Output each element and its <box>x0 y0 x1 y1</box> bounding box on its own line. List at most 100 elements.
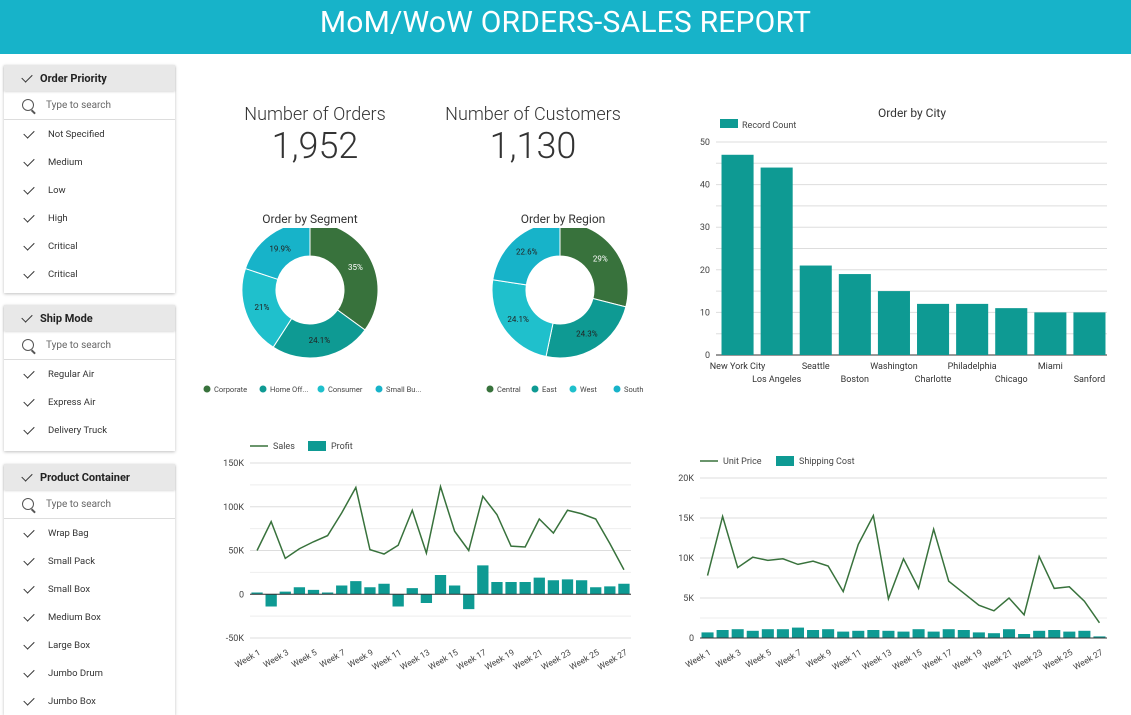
bar[interactable] <box>882 630 895 638</box>
bar[interactable] <box>350 581 362 595</box>
line-series[interactable] <box>706 513 1101 624</box>
bar[interactable] <box>838 274 871 355</box>
bar[interactable] <box>716 630 729 638</box>
filter-option[interactable]: Critical <box>4 260 175 288</box>
checkbox-checked-icon[interactable] <box>23 154 35 167</box>
bar[interactable] <box>434 575 447 595</box>
bar[interactable] <box>761 629 774 638</box>
bar[interactable] <box>912 629 925 638</box>
bar[interactable] <box>533 577 545 595</box>
bar[interactable] <box>1033 630 1046 638</box>
donut-slice[interactable] <box>545 297 627 359</box>
bar[interactable] <box>957 630 970 638</box>
filter-option[interactable]: Express Air <box>4 388 175 416</box>
bar[interactable] <box>1002 629 1016 638</box>
filter-option[interactable]: Not Specified <box>4 120 175 148</box>
filter-option[interactable]: Critical <box>4 232 175 260</box>
bar[interactable] <box>807 630 820 638</box>
bar[interactable] <box>547 580 560 595</box>
checkbox-checked-icon[interactable] <box>23 182 35 195</box>
checkbox-checked-icon[interactable] <box>23 609 35 622</box>
filter-option[interactable]: Low <box>4 176 175 204</box>
filter-option[interactable]: Small Box <box>4 575 175 603</box>
search-input[interactable]: Type to search <box>4 331 175 360</box>
bar[interactable] <box>336 585 348 595</box>
bar[interactable] <box>392 594 404 607</box>
bar[interactable] <box>1048 630 1061 638</box>
bar[interactable] <box>927 631 940 638</box>
bar[interactable] <box>307 589 320 595</box>
bar[interactable] <box>837 631 850 638</box>
bar[interactable] <box>420 594 433 603</box>
bar[interactable] <box>917 303 950 355</box>
filter-option[interactable]: Jumbo Box <box>4 687 175 715</box>
checkbox-checked-icon[interactable] <box>23 366 35 379</box>
checkbox-checked-icon[interactable] <box>23 525 35 538</box>
filter-product-container-header[interactable]: Product Container <box>4 464 175 490</box>
bar[interactable] <box>618 583 630 595</box>
bar[interactable] <box>721 154 754 355</box>
bar[interactable] <box>1034 312 1067 355</box>
bar[interactable] <box>477 565 489 595</box>
filter-ship-mode-header[interactable]: Ship Mode <box>4 305 175 331</box>
bar[interactable] <box>760 167 793 355</box>
checkbox-checked-icon[interactable] <box>23 210 35 223</box>
donut-slice[interactable] <box>492 228 561 286</box>
checkbox-checked-icon[interactable] <box>23 581 35 594</box>
bar[interactable] <box>364 587 376 595</box>
filter-option[interactable]: High <box>4 204 175 232</box>
checkbox-checked-icon[interactable] <box>23 126 35 139</box>
bar[interactable] <box>575 580 588 595</box>
bar[interactable] <box>877 291 910 355</box>
bar[interactable] <box>987 633 1000 638</box>
bar[interactable] <box>1063 631 1076 638</box>
bar[interactable] <box>956 303 989 355</box>
bar[interactable] <box>590 587 602 595</box>
checkbox-checked-icon[interactable] <box>23 394 35 407</box>
bar[interactable] <box>791 627 805 638</box>
bar[interactable] <box>1018 634 1031 638</box>
checkbox-checked-icon[interactable] <box>23 637 35 650</box>
checkbox-checked-icon[interactable] <box>23 266 35 279</box>
checkbox-checked-icon[interactable] <box>23 665 35 678</box>
bar[interactable] <box>942 629 955 638</box>
bar[interactable] <box>995 308 1028 355</box>
bar[interactable] <box>1078 630 1091 638</box>
bar[interactable] <box>701 632 714 638</box>
bar[interactable] <box>265 594 277 607</box>
filter-option[interactable]: Regular Air <box>4 360 175 388</box>
bar[interactable] <box>746 630 759 638</box>
filter-option[interactable]: Jumbo Drum <box>4 659 175 687</box>
filter-option[interactable]: Wrap Bag <box>4 519 175 547</box>
checkbox-checked-icon[interactable] <box>23 553 35 566</box>
bar[interactable] <box>852 630 865 638</box>
filter-order-priority-header[interactable]: Order Priority <box>4 65 175 91</box>
checkbox-checked-icon[interactable] <box>23 238 35 251</box>
bar[interactable] <box>463 594 475 610</box>
bar[interactable] <box>293 587 306 595</box>
search-input[interactable]: Type to search <box>4 490 175 519</box>
bar[interactable] <box>799 265 832 355</box>
bar[interactable] <box>406 588 418 595</box>
bar[interactable] <box>867 630 880 638</box>
bar[interactable] <box>561 579 574 595</box>
filter-option[interactable]: Medium Box <box>4 603 175 631</box>
donut-slice[interactable] <box>559 228 629 308</box>
search-input[interactable]: Type to search <box>4 91 175 120</box>
checkbox-checked-icon[interactable] <box>23 422 35 435</box>
filter-option[interactable]: Large Box <box>4 631 175 659</box>
bar[interactable] <box>822 629 835 638</box>
checkbox-checked-icon[interactable] <box>23 693 35 706</box>
bar[interactable] <box>604 586 616 595</box>
bar[interactable] <box>505 582 517 595</box>
bar[interactable] <box>378 583 390 595</box>
bar[interactable] <box>972 632 985 638</box>
bar[interactable] <box>448 585 461 595</box>
filter-option[interactable]: Small Pack <box>4 547 175 575</box>
filter-option[interactable]: Medium <box>4 148 175 176</box>
filter-option[interactable]: Delivery Truck <box>4 416 175 444</box>
bar[interactable] <box>731 629 744 638</box>
bar[interactable] <box>491 582 503 595</box>
bar[interactable] <box>1073 312 1106 355</box>
bar[interactable] <box>776 629 789 638</box>
